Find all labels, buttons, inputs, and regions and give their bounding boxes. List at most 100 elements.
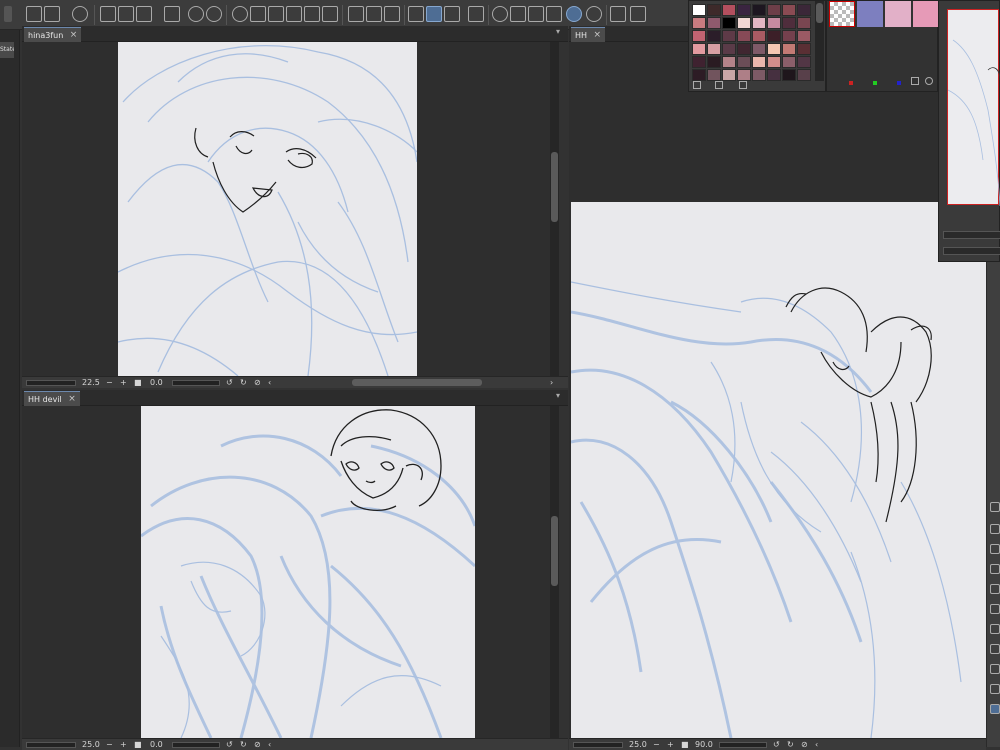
open-icon[interactable] bbox=[118, 6, 134, 22]
palette-swatch[interactable] bbox=[707, 4, 721, 16]
window-menu-icon[interactable]: ▾ bbox=[556, 391, 560, 400]
tab-hh-devil[interactable]: HH devil × bbox=[24, 391, 80, 406]
palette-swatch[interactable] bbox=[692, 43, 706, 55]
help-icon[interactable] bbox=[492, 6, 508, 22]
flip-icon[interactable]: ‹ bbox=[815, 739, 818, 750]
device-icon[interactable] bbox=[468, 6, 484, 22]
palette-swatch[interactable] bbox=[722, 30, 736, 42]
snap-icon[interactable] bbox=[444, 6, 460, 22]
sync-icon[interactable] bbox=[566, 6, 582, 22]
transparent-color-swatch[interactable] bbox=[829, 1, 855, 27]
palette-swatch[interactable] bbox=[767, 56, 781, 68]
palette-swatch[interactable] bbox=[782, 30, 796, 42]
deselect-icon[interactable] bbox=[384, 6, 400, 22]
palette-swatch[interactable] bbox=[797, 17, 811, 29]
link-icon[interactable] bbox=[546, 6, 562, 22]
frame-icon[interactable] bbox=[990, 584, 1000, 594]
palette-swatch[interactable] bbox=[722, 43, 736, 55]
vertical-scrollbar[interactable] bbox=[550, 42, 559, 376]
palette-swatch[interactable] bbox=[782, 69, 796, 81]
magic-wand-icon[interactable] bbox=[510, 6, 526, 22]
palette-swatch[interactable] bbox=[782, 17, 796, 29]
palette-swatch[interactable] bbox=[767, 30, 781, 42]
palette-swatch[interactable] bbox=[722, 69, 736, 81]
rotate-right-icon[interactable]: ↻ bbox=[787, 739, 794, 750]
transform-icon[interactable] bbox=[286, 6, 302, 22]
rotate-left-icon[interactable]: ↺ bbox=[226, 377, 233, 388]
flip-icon[interactable]: ‹ bbox=[268, 739, 271, 750]
rotation-slider[interactable] bbox=[719, 742, 767, 748]
fit-icon[interactable]: ■ bbox=[134, 377, 142, 388]
palette-swatch[interactable] bbox=[692, 56, 706, 68]
zoom-slider[interactable] bbox=[26, 742, 76, 748]
palette-swatch[interactable] bbox=[767, 43, 781, 55]
crop-icon[interactable] bbox=[304, 6, 320, 22]
zoom-in-icon[interactable]: + bbox=[120, 377, 127, 388]
left-panel-label[interactable]: State bbox=[0, 42, 14, 58]
scroll-thumb[interactable] bbox=[551, 516, 558, 586]
cloud-icon[interactable] bbox=[586, 6, 602, 22]
delete-color-icon[interactable] bbox=[739, 81, 747, 89]
palette-swatch[interactable] bbox=[722, 17, 736, 29]
fill-icon[interactable] bbox=[268, 6, 284, 22]
palette-swatch[interactable] bbox=[737, 56, 751, 68]
eyedropper-icon[interactable] bbox=[990, 524, 1000, 534]
flip-icon[interactable]: ‹ bbox=[268, 377, 271, 388]
palette-swatch[interactable] bbox=[737, 30, 751, 42]
ruler-icon[interactable] bbox=[408, 6, 424, 22]
rotate-right-icon[interactable]: ↻ bbox=[240, 377, 247, 388]
zoom-in-icon[interactable]: + bbox=[667, 739, 674, 750]
rotate-left-icon[interactable]: ↺ bbox=[226, 739, 233, 750]
new-file-icon[interactable] bbox=[100, 6, 116, 22]
zoom-value[interactable]: 22.5 bbox=[82, 377, 100, 388]
drawing-canvas[interactable] bbox=[141, 406, 475, 738]
fill-tool-icon[interactable] bbox=[990, 684, 1000, 694]
palette-swatch[interactable] bbox=[752, 56, 766, 68]
invert-icon[interactable] bbox=[366, 6, 382, 22]
palette-swatch[interactable] bbox=[722, 4, 736, 16]
rotation-value[interactable]: 90.0 bbox=[695, 739, 713, 750]
hand-icon[interactable] bbox=[990, 544, 1000, 554]
palette-swatch[interactable] bbox=[707, 56, 721, 68]
palette-swatch[interactable] bbox=[797, 69, 811, 81]
fit-icon[interactable]: ■ bbox=[681, 739, 689, 750]
scroll-right-icon[interactable]: › bbox=[550, 377, 553, 388]
vertical-scrollbar[interactable] bbox=[550, 406, 559, 738]
palette-swatch[interactable] bbox=[752, 30, 766, 42]
select-icon[interactable] bbox=[322, 6, 338, 22]
zoom-value[interactable]: 25.0 bbox=[82, 739, 100, 750]
brush-tool-icon[interactable] bbox=[990, 664, 1000, 674]
rotate-left-icon[interactable]: ↺ bbox=[773, 739, 780, 750]
palette-swatch[interactable] bbox=[707, 17, 721, 29]
zoom-in-icon[interactable]: + bbox=[120, 739, 127, 750]
palette-swatch[interactable] bbox=[692, 4, 706, 16]
undo-icon[interactable] bbox=[188, 6, 204, 22]
reset-rotation-icon[interactable]: ⊘ bbox=[254, 377, 261, 388]
palette-scrollbar[interactable] bbox=[815, 1, 824, 81]
menu-icon[interactable] bbox=[26, 6, 42, 22]
scroll-thumb[interactable] bbox=[816, 3, 823, 23]
palette-swatch[interactable] bbox=[737, 43, 751, 55]
palette-swatch[interactable] bbox=[782, 4, 796, 16]
palette-swatch[interactable] bbox=[767, 4, 781, 16]
panel-grip-icon[interactable] bbox=[4, 6, 12, 22]
lasso-icon[interactable] bbox=[990, 604, 1000, 614]
rotation-slider[interactable] bbox=[172, 380, 220, 386]
palette-swatch[interactable] bbox=[707, 69, 721, 81]
palette-swatch[interactable] bbox=[797, 43, 811, 55]
palette-swatch[interactable] bbox=[797, 56, 811, 68]
reference-icon[interactable] bbox=[528, 6, 544, 22]
palette-swatch[interactable] bbox=[782, 43, 796, 55]
clear-icon[interactable] bbox=[250, 6, 266, 22]
close-icon[interactable]: × bbox=[593, 28, 601, 43]
palette-swatch[interactable] bbox=[692, 17, 706, 29]
sub-color-swatch[interactable] bbox=[913, 1, 939, 27]
pencil-icon[interactable] bbox=[990, 644, 1000, 654]
redo-icon[interactable] bbox=[206, 6, 222, 22]
scroll-thumb[interactable] bbox=[551, 152, 558, 222]
palette-swatch[interactable] bbox=[737, 17, 751, 29]
reset-rotation-icon[interactable]: ⊘ bbox=[254, 739, 261, 750]
window-menu-icon[interactable]: ▾ bbox=[556, 27, 560, 36]
palette-swatch[interactable] bbox=[782, 56, 796, 68]
navigator-rotate-slider[interactable] bbox=[943, 247, 1000, 255]
